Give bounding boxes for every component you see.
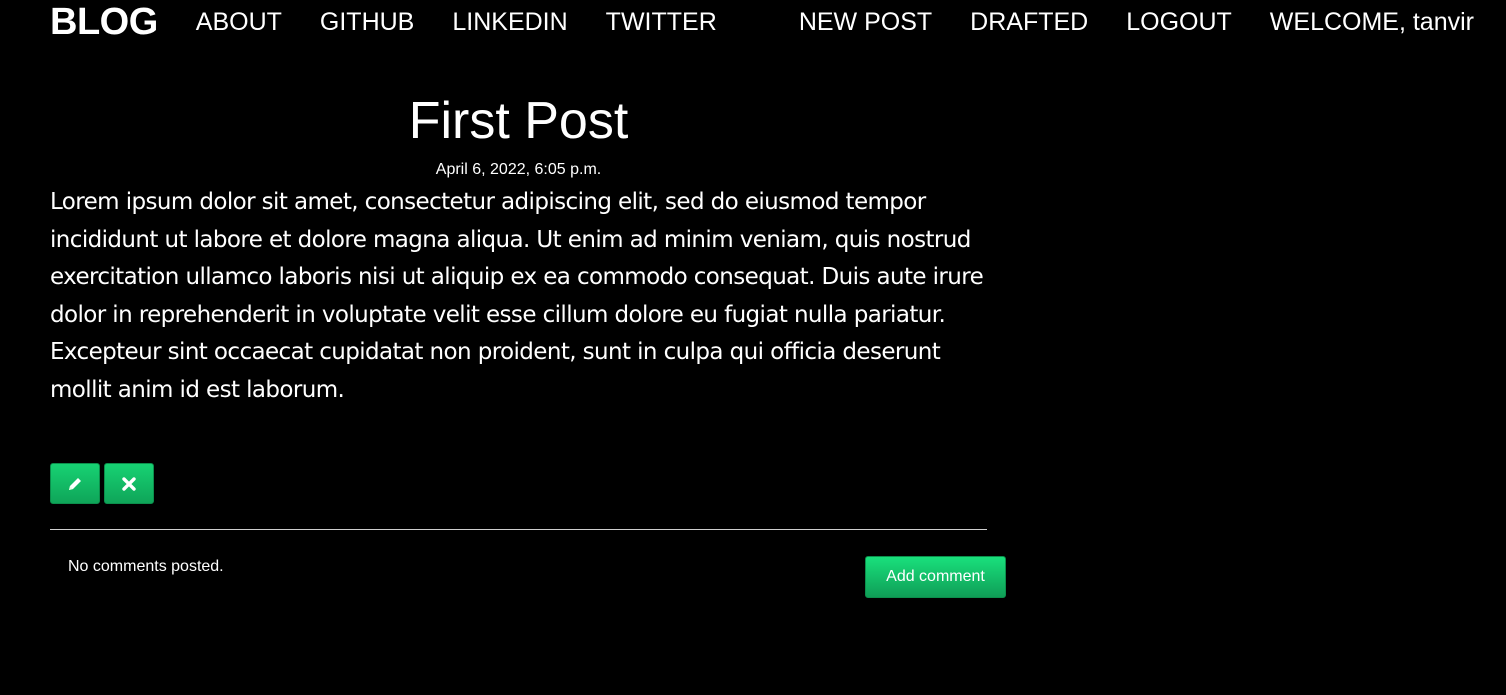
close-icon: [122, 476, 136, 491]
delete-post-button[interactable]: [104, 463, 154, 504]
post-actions: [50, 463, 158, 504]
post-body: Lorem ipsum dolor sit amet, consectetur …: [50, 189, 984, 403]
nav-right: NEW POST DRAFTED LOGOUT WELCOME, tanvir: [761, 0, 1474, 44]
welcome-text: WELCOME, tanvir: [1269, 8, 1474, 36]
add-comment-button[interactable]: Add comment: [865, 556, 1006, 598]
post: First Post April 6, 2022, 6:05 p.m. Lore…: [50, 84, 987, 409]
nav-link-logout[interactable]: LOGOUT: [1126, 0, 1232, 44]
comments-divider: [50, 529, 987, 530]
edit-post-button[interactable]: [50, 463, 100, 504]
no-comments-text: No comments posted.: [68, 558, 224, 575]
post-date: April 6, 2022, 6:05 p.m.: [435, 161, 602, 178]
page: BLOG ABOUT GITHUB LINKEDIN TWITTER NEW P…: [0, 0, 1506, 695]
nav-link-drafted[interactable]: DRAFTED: [970, 0, 1088, 44]
nav-link-new-post[interactable]: NEW POST: [799, 0, 932, 44]
nav-link-twitter[interactable]: TWITTER: [606, 0, 717, 44]
nav-left: BLOG ABOUT GITHUB LINKEDIN TWITTER: [50, 0, 755, 44]
nav-link-linkedin[interactable]: LINKEDIN: [452, 0, 567, 44]
nav-link-github[interactable]: GITHUB: [320, 0, 414, 44]
nav-link-about[interactable]: ABOUT: [196, 0, 282, 44]
pencil-icon: [69, 477, 81, 490]
brand-link[interactable]: BLOG: [50, 0, 158, 44]
post-title: First Post: [408, 92, 629, 150]
